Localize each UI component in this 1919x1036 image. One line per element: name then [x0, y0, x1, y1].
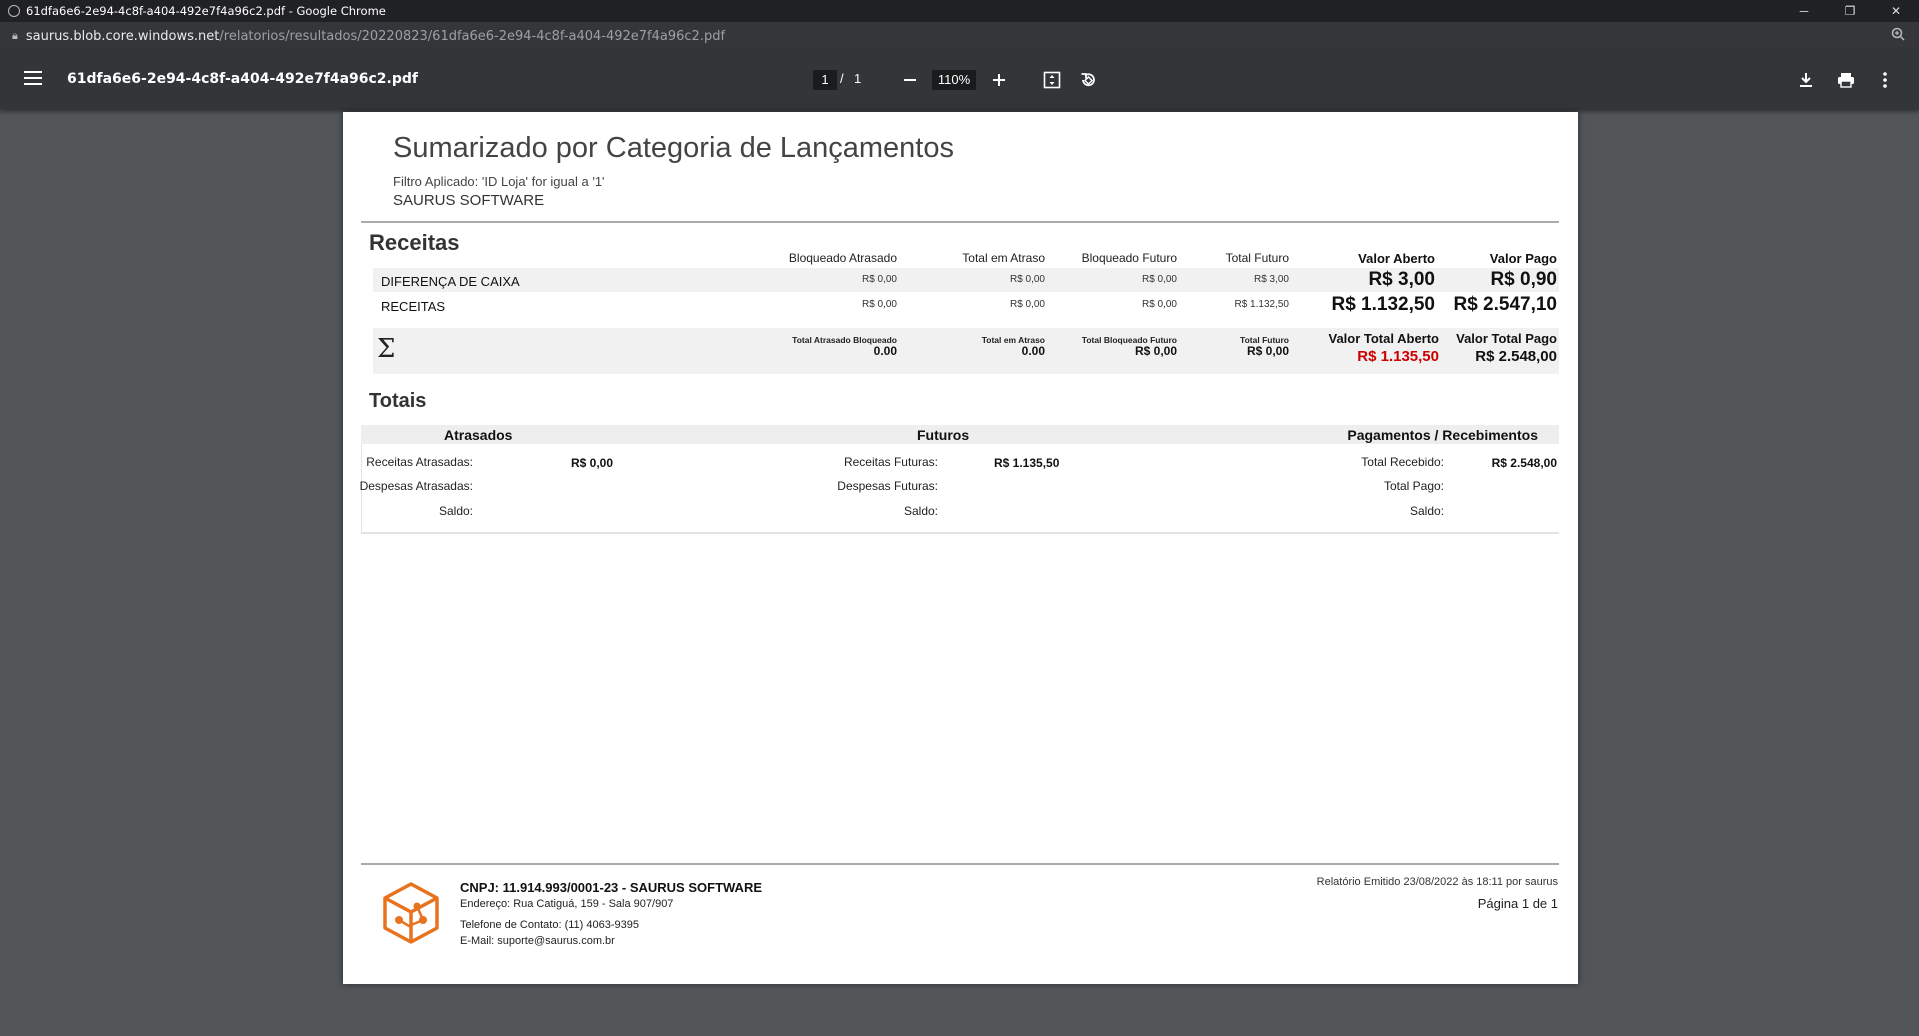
fit-page-icon[interactable] — [1040, 68, 1064, 92]
label-receitas-futuras: Receitas Futuras: — [843, 455, 938, 469]
lock-icon: 🔒︎ — [12, 29, 18, 42]
header-total-em-atraso: Total em Atraso — [962, 251, 1045, 265]
zoom-in-icon[interactable] — [987, 68, 1011, 92]
header-total-futuro: Total Futuro — [1225, 251, 1289, 265]
report-title: Sumarizado por Categoria de Lançamentos — [393, 132, 954, 164]
summary-label-valor-total-pago: Valor Total Pago — [1456, 331, 1557, 346]
cell-total-futuro: R$ 1.132,50 — [1234, 299, 1290, 310]
footer-telefone: Telefone de Contato: (11) 4063-9395 — [460, 919, 639, 931]
close-button[interactable]: ✕ — [1873, 0, 1919, 22]
window-title-bar: 61dfa6e6-2e94-4c8f-a404-492e7f4a96c2.pdf… — [0, 0, 1919, 22]
totais-header-pagamentos: Pagamentos / Recebimentos — [1347, 427, 1538, 443]
cell-total-em-atraso: R$ 0,00 — [1009, 299, 1045, 310]
print-icon[interactable] — [1834, 68, 1858, 92]
sigma-icon: Σ — [377, 334, 396, 364]
summary-value-valor-total-pago: R$ 2.548,00 — [1475, 348, 1557, 365]
cell-total-em-atraso: R$ 0,00 — [1009, 274, 1045, 285]
menu-icon[interactable] — [24, 71, 42, 85]
totais-header-futuros: Futuros — [917, 427, 970, 443]
cell-valor-pago: R$ 2.547,10 — [1453, 294, 1557, 315]
label-total-pago: Total Pago: — [1383, 479, 1444, 493]
label-despesas-atrasadas: Despesas Atrasadas: — [359, 479, 473, 493]
footer-endereco: Endereço: Rua Catiguá, 159 - Sala 907/90… — [460, 898, 674, 910]
saurus-logo-icon — [379, 880, 443, 948]
zoom-indicator-icon[interactable] — [1891, 27, 1905, 45]
summary-value-total-em-atraso: 0.00 — [1021, 344, 1045, 358]
footer-email: E-Mail: suporte@saurus.com.br — [460, 935, 615, 947]
footer-cnpj: CNPJ: 11.914.993/0001-23 - SAURUS SOFTWA… — [460, 880, 763, 895]
page-separator: / — [840, 71, 844, 86]
page-total: 1 — [854, 71, 862, 86]
summary-value-total-futuro: R$ 0,00 — [1246, 344, 1289, 358]
more-icon[interactable] — [1873, 68, 1897, 92]
header-valor-pago: Valor Pago — [1489, 251, 1557, 266]
value-receitas-atrasadas: R$ 0,00 — [571, 456, 614, 470]
section-title-receitas: Receitas — [369, 230, 460, 255]
label-saldo-futuros: Saldo: — [903, 504, 938, 518]
header-valor-aberto: Valor Aberto — [1358, 251, 1435, 266]
row-name: RECEITAS — [381, 299, 446, 314]
footer-emitido: Relatório Emitido 23/08/2022 às 18:11 po… — [1316, 876, 1558, 888]
cell-valor-aberto: R$ 1.132,50 — [1331, 294, 1435, 315]
pdf-filename: 61dfa6e6-2e94-4c8f-a404-492e7f4a96c2.pdf — [67, 71, 418, 87]
summary-label-valor-total-aberto: Valor Total Aberto — [1328, 331, 1439, 346]
window-title: 61dfa6e6-2e94-4c8f-a404-492e7f4a96c2.pdf… — [26, 4, 386, 18]
report-filter: Filtro Aplicado: 'ID Loja' for igual a '… — [393, 174, 605, 189]
summary-value-total-bloqueado-futuro: R$ 0,00 — [1134, 344, 1177, 358]
url-host[interactable]: saurus.blob.core.windows.net — [26, 29, 220, 44]
label-despesas-futuras: Despesas Futuras: — [837, 479, 938, 493]
cell-bloqueado-atrasado: R$ 0,00 — [861, 299, 897, 310]
summary-value-valor-total-aberto: R$ 1.135,50 — [1357, 348, 1439, 365]
summary-value-total-atrasado-bloqueado: 0.00 — [873, 344, 897, 358]
address-bar[interactable]: 🔒︎ saurus.blob.core.windows.net/relatori… — [0, 22, 1919, 50]
footer-pagina: Página 1 de 1 — [1477, 896, 1558, 911]
header-divider — [361, 221, 1559, 223]
section-title-totais: Totais — [369, 390, 427, 412]
url-path[interactable]: /relatorios/resultados/20220823/61dfa6e6… — [219, 29, 725, 44]
value-total-recebido: R$ 2.548,00 — [1491, 456, 1557, 470]
cell-bloqueado-futuro: R$ 0,00 — [1141, 274, 1177, 285]
cell-bloqueado-atrasado: R$ 0,00 — [861, 274, 897, 285]
label-total-recebido: Total Recebido: — [1361, 455, 1444, 469]
page-number-input[interactable]: 1 — [813, 70, 837, 90]
restore-button[interactable]: ❐ — [1827, 0, 1873, 22]
cell-bloqueado-futuro: R$ 0,00 — [1141, 299, 1177, 310]
report-company: SAURUS SOFTWARE — [393, 192, 545, 209]
header-bloqueado-atrasado: Bloqueado Atrasado — [788, 251, 897, 265]
rotate-icon[interactable] — [1076, 68, 1100, 92]
zoom-out-icon[interactable] — [898, 68, 922, 92]
header-bloqueado-futuro: Bloqueado Futuro — [1081, 251, 1177, 265]
value-receitas-futuras: R$ 1.135,50 — [994, 456, 1060, 470]
label-saldo-pagamentos: Saldo: — [1409, 504, 1444, 518]
cell-valor-pago: R$ 0,90 — [1490, 269, 1557, 290]
pdf-toolbar: 61dfa6e6-2e94-4c8f-a404-492e7f4a96c2.pdf… — [0, 50, 1919, 110]
cell-valor-aberto: R$ 3,00 — [1368, 269, 1435, 290]
footer-divider — [361, 863, 1559, 865]
label-saldo-atrasados: Saldo: — [438, 504, 473, 518]
globe-icon — [8, 5, 20, 17]
pdf-page: Sumarizado por Categoria de Lançamentos … — [343, 112, 1578, 984]
label-receitas-atrasadas: Receitas Atrasadas: — [366, 455, 473, 469]
cell-total-futuro: R$ 3,00 — [1253, 274, 1289, 285]
totais-header-atrasados: Atrasados — [444, 427, 513, 443]
minimize-button[interactable]: ─ — [1781, 0, 1827, 22]
download-icon[interactable] — [1794, 68, 1818, 92]
zoom-level-input[interactable]: 110% — [932, 70, 976, 90]
row-name: DIFERENÇA DE CAIXA — [381, 274, 520, 289]
